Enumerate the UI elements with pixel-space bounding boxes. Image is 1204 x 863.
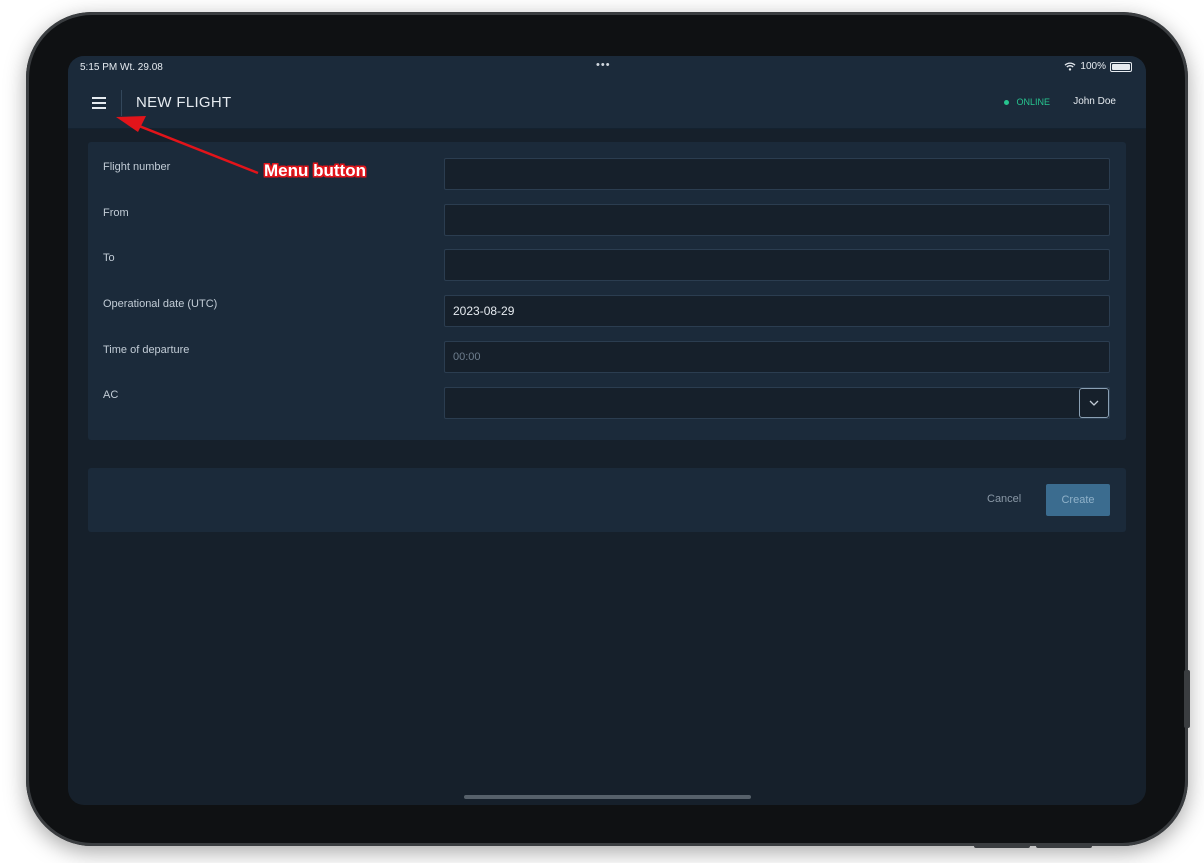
annotation-label: Menu button [264,161,366,180]
annotation-arrow [116,116,259,175]
